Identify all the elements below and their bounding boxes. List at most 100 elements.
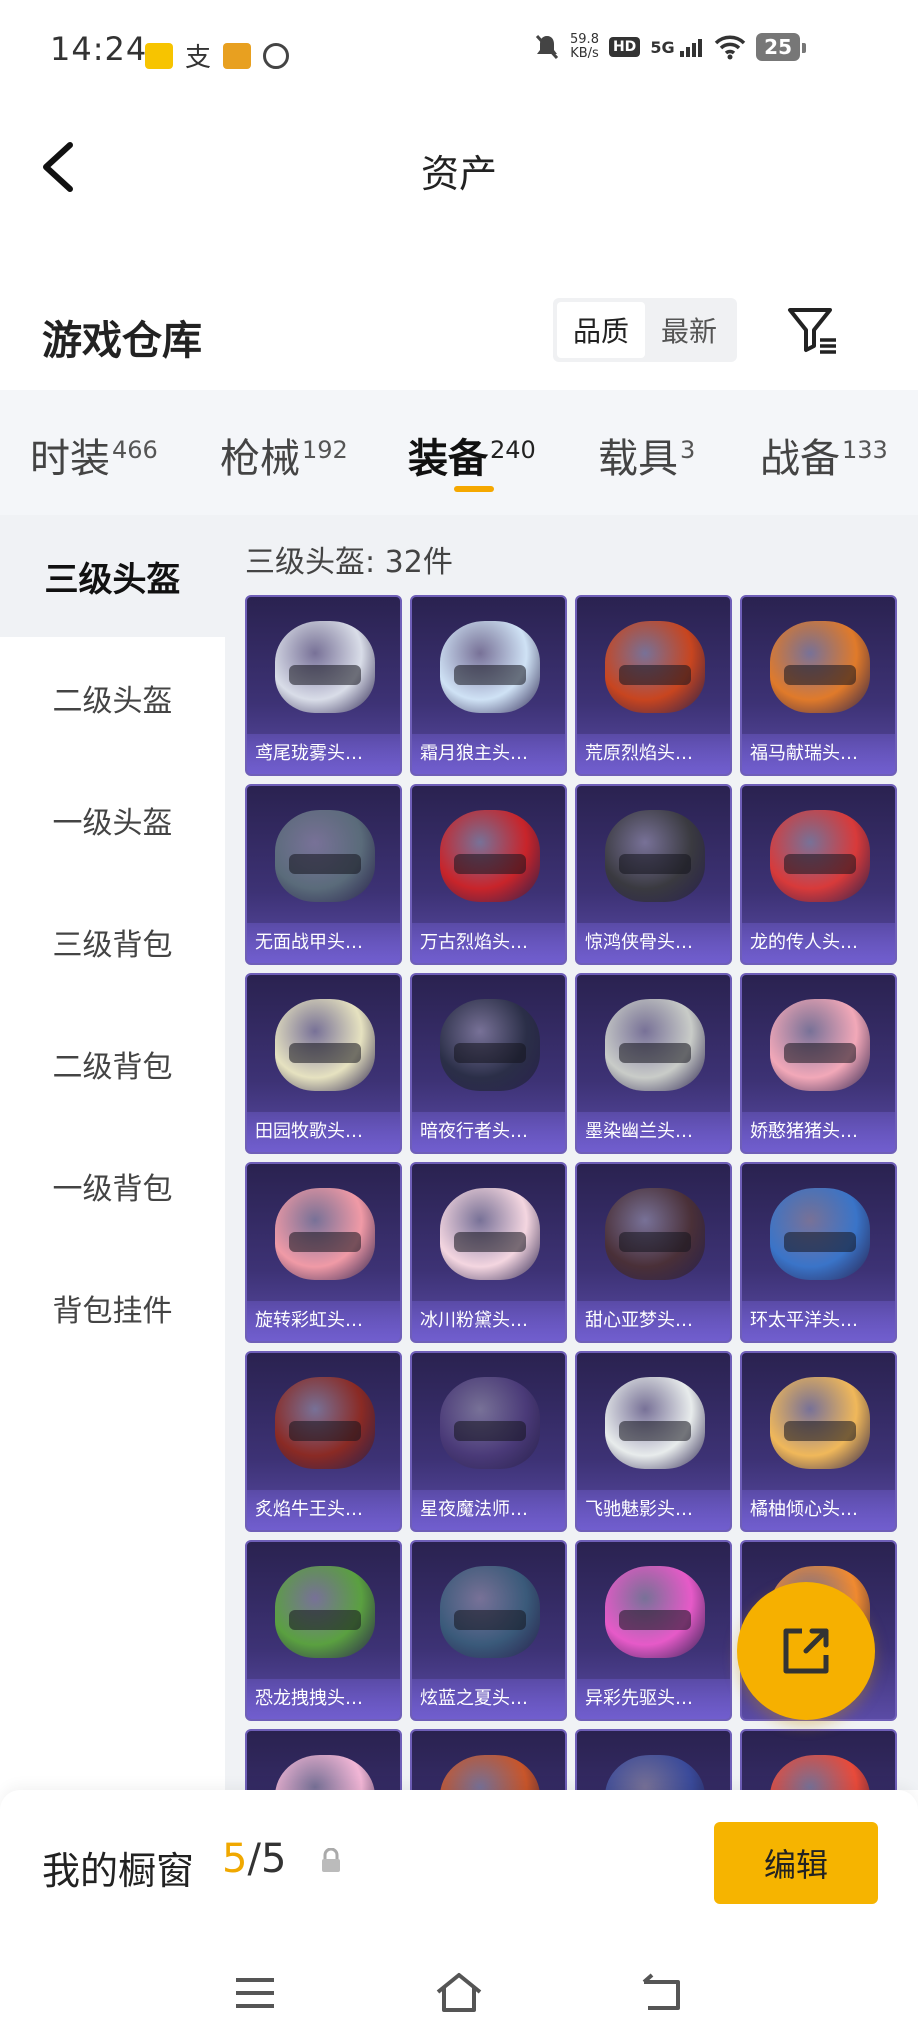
item-name: 荒原烈焰头… — [577, 734, 730, 774]
item-card[interactable]: 旋转彩虹头… — [245, 1162, 402, 1343]
edit-button[interactable]: 编辑 — [714, 1822, 878, 1904]
helmet-image — [770, 621, 870, 713]
helmet-image — [770, 1188, 870, 1280]
side-item-level2-helmet[interactable]: 二级头盔 — [0, 637, 225, 759]
battery-icon: 25 — [756, 33, 806, 61]
tab-vehicles[interactable]: 载具3 — [598, 426, 695, 484]
helmet-image — [605, 1188, 705, 1280]
status-app-icons: 支 — [145, 37, 290, 74]
sort-newest-button[interactable]: 最新 — [645, 302, 733, 358]
item-name: 无面战甲头… — [247, 923, 400, 963]
item-card[interactable] — [575, 1729, 732, 1790]
item-card[interactable] — [740, 1729, 897, 1790]
signal-5g-icon: 5G — [650, 38, 704, 57]
side-item-level3-helmet[interactable]: 三级头盔 — [0, 515, 225, 637]
helmet-image — [770, 1755, 870, 1790]
item-card[interactable] — [410, 1729, 567, 1790]
nav-bar: 资产 — [0, 105, 918, 225]
helmet-image — [440, 1755, 540, 1790]
item-card[interactable]: 恐龙拽拽头… — [245, 1540, 402, 1721]
item-card[interactable]: 鸢尾珑雾头… — [245, 595, 402, 776]
back-nav-icon[interactable] — [638, 1970, 688, 2016]
helmet-image — [605, 621, 705, 713]
item-card[interactable]: 暗夜行者头… — [410, 973, 567, 1154]
item-card[interactable]: 田园牧歌头… — [245, 973, 402, 1154]
mute-icon — [535, 34, 559, 60]
side-item-level1-helmet[interactable]: 一级头盔 — [0, 759, 225, 881]
sort-toggle: 品质 最新 — [553, 298, 737, 362]
item-card[interactable]: 炙焰牛王头… — [245, 1351, 402, 1532]
side-nav: 三级头盔 二级头盔 一级头盔 三级背包 二级背包 一级背包 背包挂件 — [0, 515, 225, 1790]
item-card[interactable]: 墨染幽兰头… — [575, 973, 732, 1154]
menu-icon[interactable] — [230, 1970, 280, 2016]
item-name: 娇憨猪猪头… — [742, 1112, 895, 1152]
item-card[interactable]: 惊鸿侠骨头… — [575, 784, 732, 965]
item-card[interactable]: 冰川粉黛头… — [410, 1162, 567, 1343]
helmet-image — [275, 1755, 375, 1790]
item-name: 墨染幽兰头… — [577, 1112, 730, 1152]
item-count-label: 三级头盔: 32件 — [245, 545, 453, 580]
system-nav-bar — [0, 1940, 918, 2040]
helmet-image — [440, 1188, 540, 1280]
item-name: 炙焰牛王头… — [247, 1490, 400, 1530]
showcase-label: 我的橱窗 — [42, 1849, 195, 1893]
showcase-bar: 我的橱窗 5/5 编辑 — [0, 1790, 918, 1940]
item-card[interactable]: 环太平洋头… — [740, 1162, 897, 1343]
hd-badge: HD — [608, 37, 641, 57]
side-item-level2-backpack[interactable]: 二级背包 — [0, 1003, 225, 1125]
item-card[interactable]: 荒原烈焰头… — [575, 595, 732, 776]
category-tabs: 时装466 枪械192 装备240 载具3 战备133 — [0, 390, 918, 515]
item-name: 恐龙拽拽头… — [247, 1679, 400, 1719]
tab-equipment[interactable]: 装备240 — [408, 426, 536, 484]
item-card[interactable]: 甜心亚梦头… — [575, 1162, 732, 1343]
tab-fashion[interactable]: 时装466 — [30, 426, 158, 484]
item-card[interactable]: 霜月狼主头… — [410, 595, 567, 776]
status-time: 14:24 — [50, 30, 148, 68]
item-card[interactable]: 龙的传人头… — [740, 784, 897, 965]
item-card[interactable]: 橘柚倾心头… — [740, 1351, 897, 1532]
tab-guns[interactable]: 枪械192 — [220, 426, 348, 484]
side-item-level1-backpack[interactable]: 一级背包 — [0, 1125, 225, 1247]
helmet-image — [605, 1566, 705, 1658]
helmet-image — [770, 999, 870, 1091]
helmet-image — [275, 1566, 375, 1658]
item-card[interactable]: 福马献瑞头… — [740, 595, 897, 776]
side-item-level3-backpack[interactable]: 三级背包 — [0, 881, 225, 1003]
helmet-image — [605, 1377, 705, 1469]
item-card[interactable]: 异彩先驱头… — [575, 1540, 732, 1721]
tab-gear[interactable]: 战备133 — [760, 426, 888, 484]
helmet-image — [275, 621, 375, 713]
item-card[interactable] — [245, 1729, 402, 1790]
helmet-image — [275, 1377, 375, 1469]
item-name: 炫蓝之夏头… — [412, 1679, 565, 1719]
item-card[interactable]: 星夜魔法师… — [410, 1351, 567, 1532]
item-name: 星夜魔法师… — [412, 1490, 565, 1530]
active-tab-indicator — [454, 486, 494, 492]
net-speed: 59.8 KB/s — [570, 32, 599, 61]
filter-icon[interactable] — [784, 302, 840, 358]
item-name: 鸢尾珑雾头… — [247, 734, 400, 774]
helmet-image — [275, 999, 375, 1091]
item-card[interactable]: 飞驰魅影头… — [575, 1351, 732, 1532]
home-icon[interactable] — [434, 1970, 484, 2016]
app-notification-icon-2 — [223, 42, 252, 69]
item-name: 飞驰魅影头… — [577, 1490, 730, 1530]
share-fab-button[interactable] — [737, 1582, 875, 1720]
status-bar: 14:24 支 59.8 KB/s HD 5G 25 — [0, 0, 918, 105]
helmet-image — [440, 1377, 540, 1469]
page-title: 资产 — [420, 152, 497, 196]
helmet-image — [605, 999, 705, 1091]
helmet-image — [770, 810, 870, 902]
item-name: 惊鸿侠骨头… — [577, 923, 730, 963]
item-card[interactable]: 万古烈焰头… — [410, 784, 567, 965]
helmet-image — [605, 810, 705, 902]
side-item-backpack-charm[interactable]: 背包挂件 — [0, 1247, 225, 1369]
helmet-image — [440, 999, 540, 1091]
lock-icon — [322, 1848, 340, 1872]
sort-quality-button[interactable]: 品质 — [557, 302, 645, 358]
item-card[interactable]: 炫蓝之夏头… — [410, 1540, 567, 1721]
item-card[interactable]: 娇憨猪猪头… — [740, 973, 897, 1154]
item-card[interactable]: 无面战甲头… — [245, 784, 402, 965]
helmet-image — [440, 1566, 540, 1658]
item-name: 田园牧歌头… — [247, 1112, 400, 1152]
